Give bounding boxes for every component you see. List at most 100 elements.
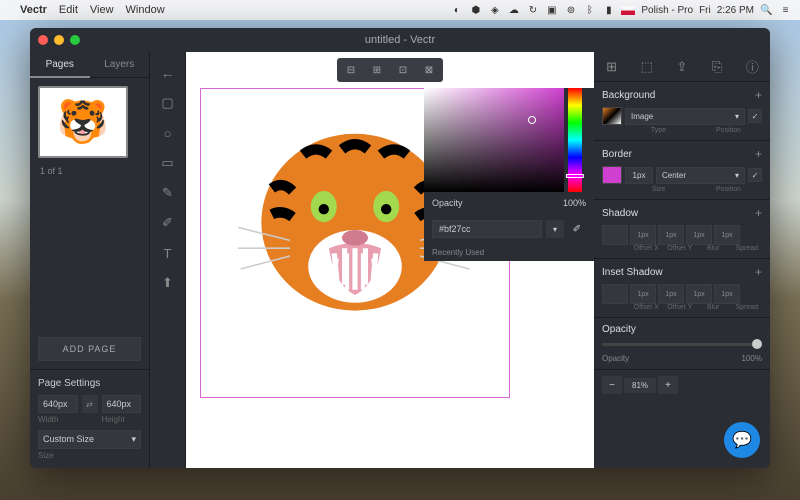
- menu-view[interactable]: View: [90, 4, 114, 16]
- align-right-icon[interactable]: ⊠: [417, 60, 441, 80]
- right-panel: ⊞ ⬚ ⇪ ⎘ ⓘ Background + Image▾ ✓ TypePosi…: [594, 52, 770, 468]
- inset-shadow-color-swatch[interactable]: [602, 284, 628, 304]
- size-preset-select[interactable]: Custom Size▾: [38, 430, 141, 449]
- width-label: Width: [38, 415, 78, 424]
- tab-pages[interactable]: Pages: [30, 52, 90, 78]
- pencil-tool-icon[interactable]: ✐: [155, 210, 181, 236]
- background-swatch[interactable]: [602, 107, 622, 125]
- vectr-window: untitled - Vectr Pages Layers 🐯 1 of 1 A…: [30, 28, 770, 468]
- info-icon[interactable]: ⓘ: [739, 56, 765, 78]
- back-arrow-icon[interactable]: ←: [155, 60, 181, 86]
- clock-day[interactable]: Fri: [699, 5, 711, 16]
- shadow-spread-input[interactable]: 1px: [714, 225, 740, 245]
- inset-offset-x-input[interactable]: 1px: [630, 284, 656, 304]
- hue-slider[interactable]: [568, 88, 582, 192]
- canvas-align-controls: ⊟ ⊞ ⊡ ⊠: [337, 58, 443, 82]
- keyboard-flag-icon[interactable]: [621, 6, 635, 15]
- pen-tool-icon[interactable]: ✎: [155, 180, 181, 206]
- tray-icon[interactable]: ◐: [450, 4, 463, 17]
- opacity-thumb-icon[interactable]: [752, 339, 762, 349]
- zoom-in-button[interactable]: +: [658, 376, 678, 394]
- zoom-value[interactable]: 81%: [624, 378, 656, 393]
- zoom-window-icon[interactable]: [70, 35, 80, 45]
- eyedropper-icon[interactable]: ✐: [568, 220, 586, 238]
- left-panel: Pages Layers 🐯 1 of 1 ADD PAGE Page Sett…: [30, 52, 150, 468]
- notification-center-icon[interactable]: ≡: [779, 4, 792, 17]
- app-name[interactable]: Vectr: [20, 4, 47, 16]
- border-align-select[interactable]: Center▾: [656, 167, 745, 184]
- inset-spread-input[interactable]: 1px: [714, 284, 740, 304]
- battery-icon[interactable]: ▮: [602, 4, 615, 17]
- height-input[interactable]: 640px: [102, 395, 142, 413]
- opacity-value: 100%: [563, 198, 586, 208]
- export-icon[interactable]: ⇪: [669, 56, 695, 78]
- hue-cursor-icon[interactable]: [566, 174, 584, 178]
- page-settings-title: Page Settings: [38, 378, 141, 389]
- width-input[interactable]: 640px: [38, 395, 78, 413]
- border-size-input[interactable]: 1px: [625, 167, 653, 184]
- menu-window[interactable]: Window: [126, 4, 165, 16]
- image-icon[interactable]: ⬚: [634, 56, 660, 78]
- add-page-button[interactable]: ADD PAGE: [38, 337, 141, 361]
- canvas[interactable]: ⊟ ⊞ ⊡ ⊠: [186, 52, 594, 468]
- saturation-cursor-icon[interactable]: [528, 116, 536, 124]
- close-window-icon[interactable]: [38, 35, 48, 45]
- add-shadow-icon[interactable]: +: [755, 206, 762, 220]
- color-picker: Opacity 100% #bf27cc ▾ ✐ Recently Used: [424, 88, 594, 261]
- minimize-window-icon[interactable]: [54, 35, 64, 45]
- wifi-icon[interactable]: ⊚: [564, 4, 577, 17]
- chat-support-icon[interactable]: 💬: [724, 422, 760, 458]
- shadow-color-swatch[interactable]: [602, 225, 628, 245]
- upload-tool-icon[interactable]: ⬆: [155, 270, 181, 296]
- airplay-icon[interactable]: ▣: [545, 4, 558, 17]
- opacity-slider[interactable]: [602, 343, 762, 346]
- grid-icon[interactable]: ⊞: [599, 56, 625, 78]
- saturation-area[interactable]: [424, 88, 564, 192]
- add-inset-shadow-icon[interactable]: +: [755, 265, 762, 279]
- inset-offset-y-input[interactable]: 1px: [658, 284, 684, 304]
- inset-shadow-title: Inset Shadow: [602, 267, 663, 278]
- dropbox-icon[interactable]: ⬢: [469, 4, 482, 17]
- spotlight-icon[interactable]: 🔍: [760, 4, 773, 17]
- tab-layers[interactable]: Layers: [90, 52, 150, 78]
- opacity-title: Opacity: [602, 324, 636, 335]
- zoom-out-button[interactable]: −: [602, 376, 622, 394]
- hex-dropdown-icon[interactable]: ▾: [546, 220, 564, 238]
- text-tool-icon[interactable]: T: [155, 240, 181, 266]
- ellipse-tool-icon[interactable]: ○: [155, 120, 181, 146]
- menu-edit[interactable]: Edit: [59, 4, 78, 16]
- align-middle-icon[interactable]: ⊡: [391, 60, 415, 80]
- background-type-select[interactable]: Image▾: [625, 108, 745, 125]
- add-background-icon[interactable]: +: [755, 88, 762, 102]
- shadow-title: Shadow: [602, 208, 638, 219]
- rectangle-tool-icon[interactable]: ▢: [155, 90, 181, 116]
- shadow-offset-y-input[interactable]: 1px: [658, 225, 684, 245]
- aspect-lock-icon[interactable]: ⇄: [82, 395, 98, 413]
- clock-time[interactable]: 2:26 PM: [717, 5, 754, 16]
- page-thumbnail[interactable]: 🐯: [38, 86, 128, 158]
- background-visible-checkbox[interactable]: ✓: [748, 109, 762, 123]
- align-center-icon[interactable]: ⊞: [365, 60, 389, 80]
- hex-input[interactable]: #bf27cc: [432, 220, 542, 238]
- keyboard-layout[interactable]: Polish - Pro: [641, 5, 693, 16]
- rounded-rect-tool-icon[interactable]: ▭: [155, 150, 181, 176]
- tray-icon[interactable]: ↻: [526, 4, 539, 17]
- opacity-label: Opacity: [432, 198, 463, 208]
- shadow-offset-x-input[interactable]: 1px: [630, 225, 656, 245]
- tool-strip: ← ▢ ○ ▭ ✎ ✐ T ⬆: [150, 52, 186, 468]
- shadow-blur-input[interactable]: 1px: [686, 225, 712, 245]
- size-label: Size: [38, 451, 141, 460]
- tray-icon[interactable]: ◈: [488, 4, 501, 17]
- cloud-icon[interactable]: ☁: [507, 4, 520, 17]
- chevron-down-icon: ▾: [131, 434, 136, 445]
- recently-used-label: Recently Used: [424, 244, 594, 261]
- height-label: Height: [102, 415, 142, 424]
- inset-blur-input[interactable]: 1px: [686, 284, 712, 304]
- align-left-icon[interactable]: ⊟: [339, 60, 363, 80]
- link-icon[interactable]: ⎘: [704, 56, 730, 78]
- add-border-icon[interactable]: +: [755, 147, 762, 161]
- border-visible-checkbox[interactable]: ✓: [748, 168, 762, 182]
- chevron-down-icon: ▾: [735, 171, 739, 180]
- bluetooth-icon[interactable]: ᛒ: [583, 4, 596, 17]
- border-color-swatch[interactable]: [602, 166, 622, 184]
